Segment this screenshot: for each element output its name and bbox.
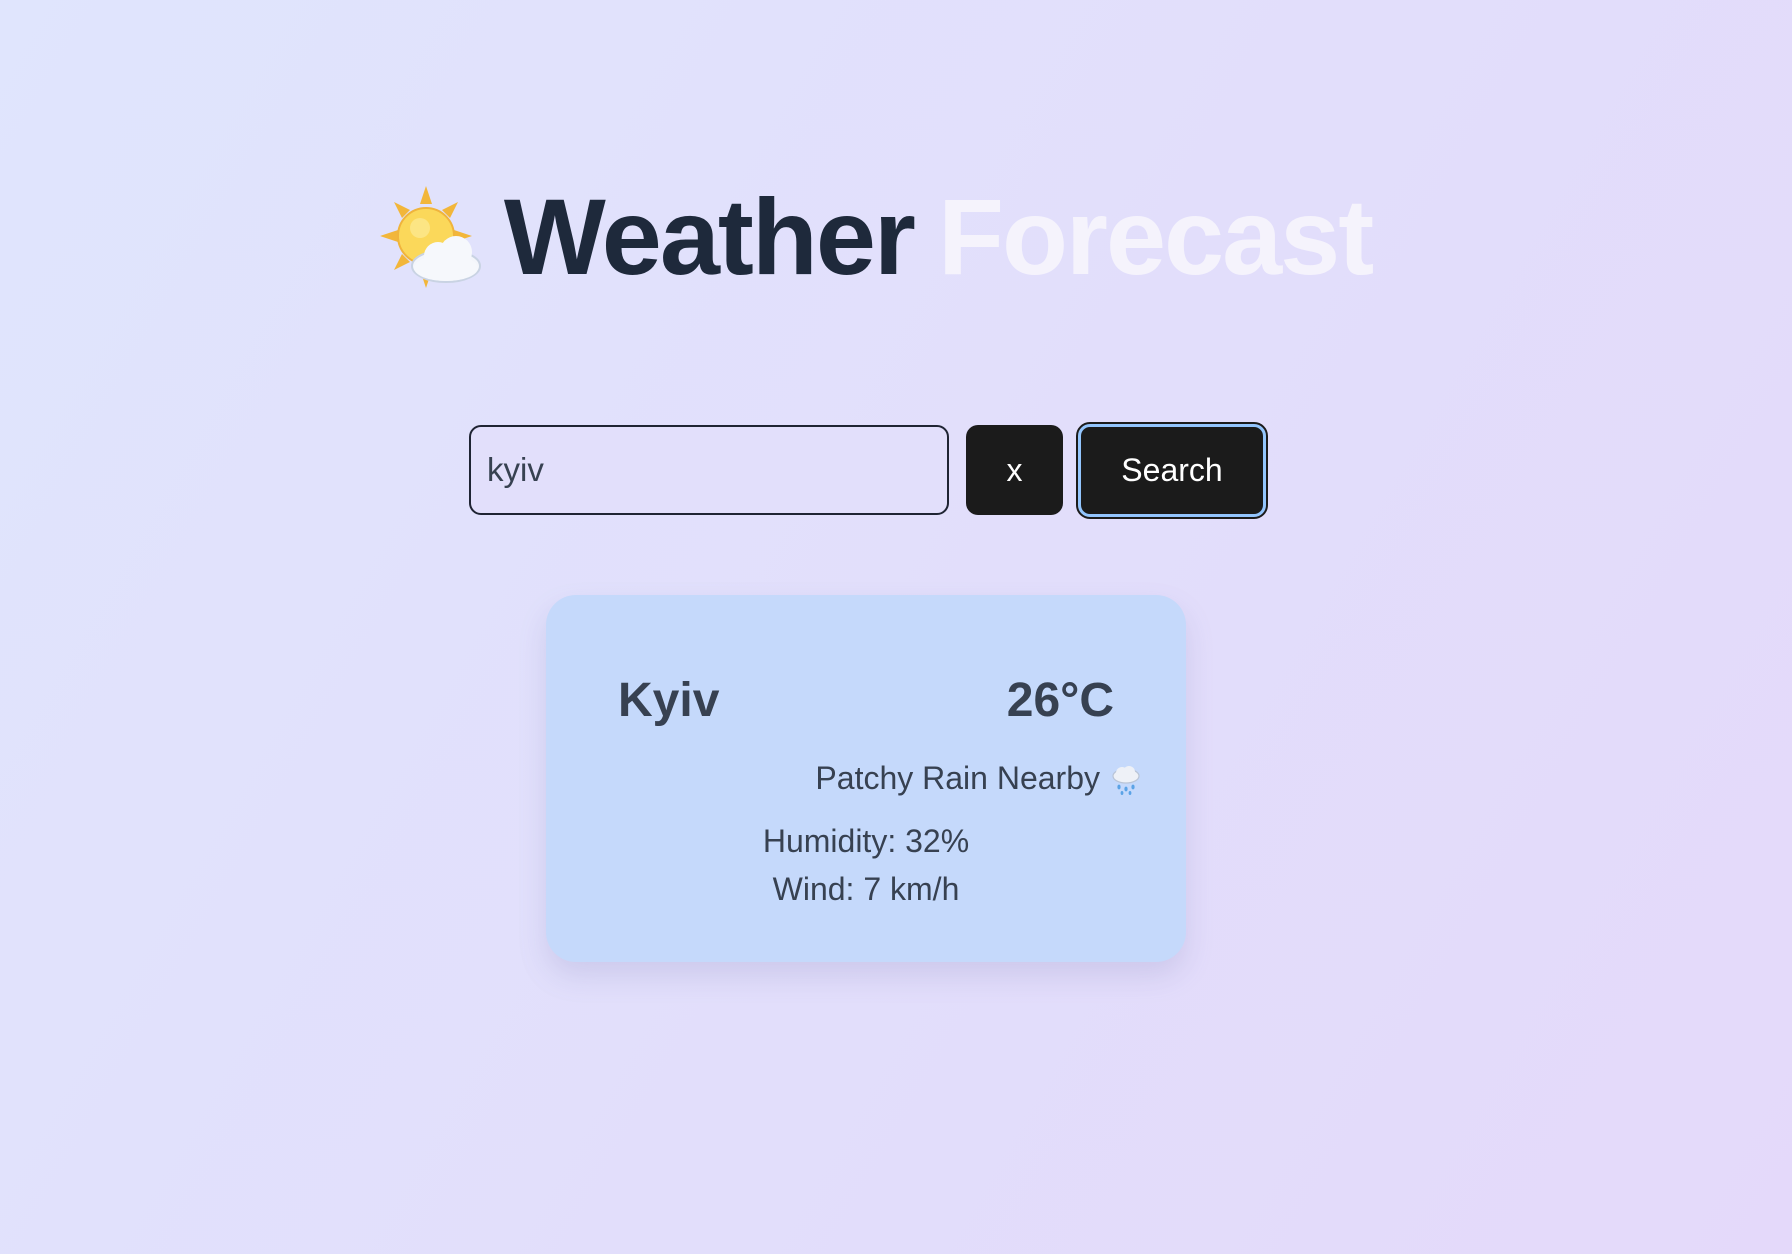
search-bar: x Search	[469, 421, 1268, 519]
weather-card: Kyiv 26°C Patchy Rain Nearby Humidity: 3…	[546, 595, 1186, 962]
sun-behind-cloud-icon	[379, 184, 486, 290]
title-primary: Weather	[503, 176, 916, 297]
condition-label: Patchy Rain Nearby	[815, 760, 1100, 796]
city-search-input[interactable]	[469, 425, 949, 515]
search-button[interactable]: Search	[1076, 421, 1268, 519]
weather-condition: Patchy Rain Nearby	[815, 760, 1142, 797]
app-header: Weather Forecast	[0, 172, 1792, 302]
temperature: 26°C	[1006, 674, 1114, 727]
clear-button[interactable]: x	[966, 425, 1063, 515]
city-name: Kyiv	[618, 674, 720, 727]
wind-value: Wind: 7 km/h	[772, 871, 960, 907]
humidity-value: Humidity: 32%	[762, 823, 970, 859]
title-secondary: Forecast	[937, 176, 1374, 297]
cloud-with-rain-icon	[1110, 763, 1142, 795]
